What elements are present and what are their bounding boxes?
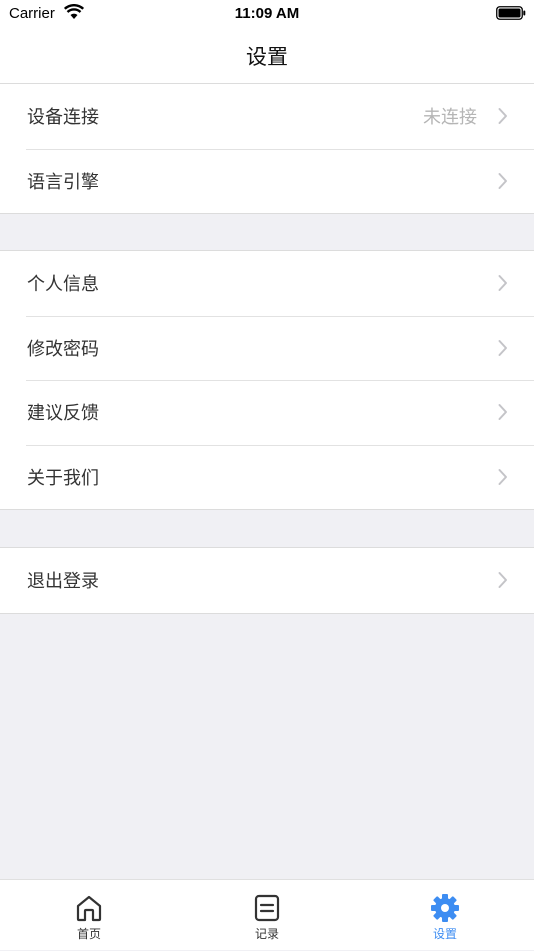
settings-row-change-password[interactable]: 修改密码 (0, 315, 534, 381)
row-label: 修改密码 (27, 338, 99, 360)
chevron-right-icon (498, 571, 508, 593)
tab-settings[interactable]: 设置 (356, 880, 534, 951)
gear-icon (430, 893, 460, 927)
row-label: 个人信息 (27, 274, 99, 296)
chevron-right-icon (498, 172, 508, 194)
tab-bar: 首页 记录 设置 (0, 879, 534, 950)
tab-label: 记录 (254, 927, 279, 941)
status-bar: Carrier 11:09 AM (0, 0, 534, 28)
settings-group-logout: 退出登录 (0, 547, 534, 614)
row-label: 建议反馈 (27, 403, 99, 425)
record-icon (252, 893, 282, 927)
tab-home[interactable]: 首页 (0, 880, 178, 951)
chevron-right-icon (498, 403, 508, 425)
settings-group-device: 设备连接 未连接 语言引擎 (0, 83, 534, 214)
settings-row-language-engine[interactable]: 语言引擎 (0, 148, 534, 214)
settings-row-about-us[interactable]: 关于我们 (0, 444, 534, 510)
row-label: 退出登录 (27, 571, 99, 593)
row-label: 关于我们 (27, 467, 99, 489)
page-title: 设置 (246, 44, 288, 69)
settings-group-account: 个人信息 修改密码 建议反馈 关于我们 (0, 250, 534, 510)
home-icon (74, 893, 104, 927)
settings-row-personal-info[interactable]: 个人信息 (0, 251, 534, 316)
battery-icon (496, 6, 526, 24)
chevron-right-icon (498, 274, 508, 296)
settings-row-logout[interactable]: 退出登录 (0, 548, 534, 613)
tab-label: 首页 (76, 927, 101, 941)
row-label: 语言引擎 (27, 171, 99, 193)
tab-records[interactable]: 记录 (178, 880, 356, 951)
settings-row-device-connection[interactable]: 设备连接 未连接 (0, 84, 534, 149)
connection-status: 未连接 (423, 107, 477, 129)
settings-row-feedback[interactable]: 建议反馈 (0, 380, 534, 445)
status-time: 11:09 AM (234, 5, 300, 22)
chevron-right-icon (498, 107, 508, 129)
navigation-bar: 设置 (0, 28, 534, 84)
chevron-right-icon (498, 468, 508, 490)
tab-label: 设置 (432, 927, 457, 941)
chevron-right-icon (498, 339, 508, 361)
row-label: 设备连接 (27, 107, 99, 129)
